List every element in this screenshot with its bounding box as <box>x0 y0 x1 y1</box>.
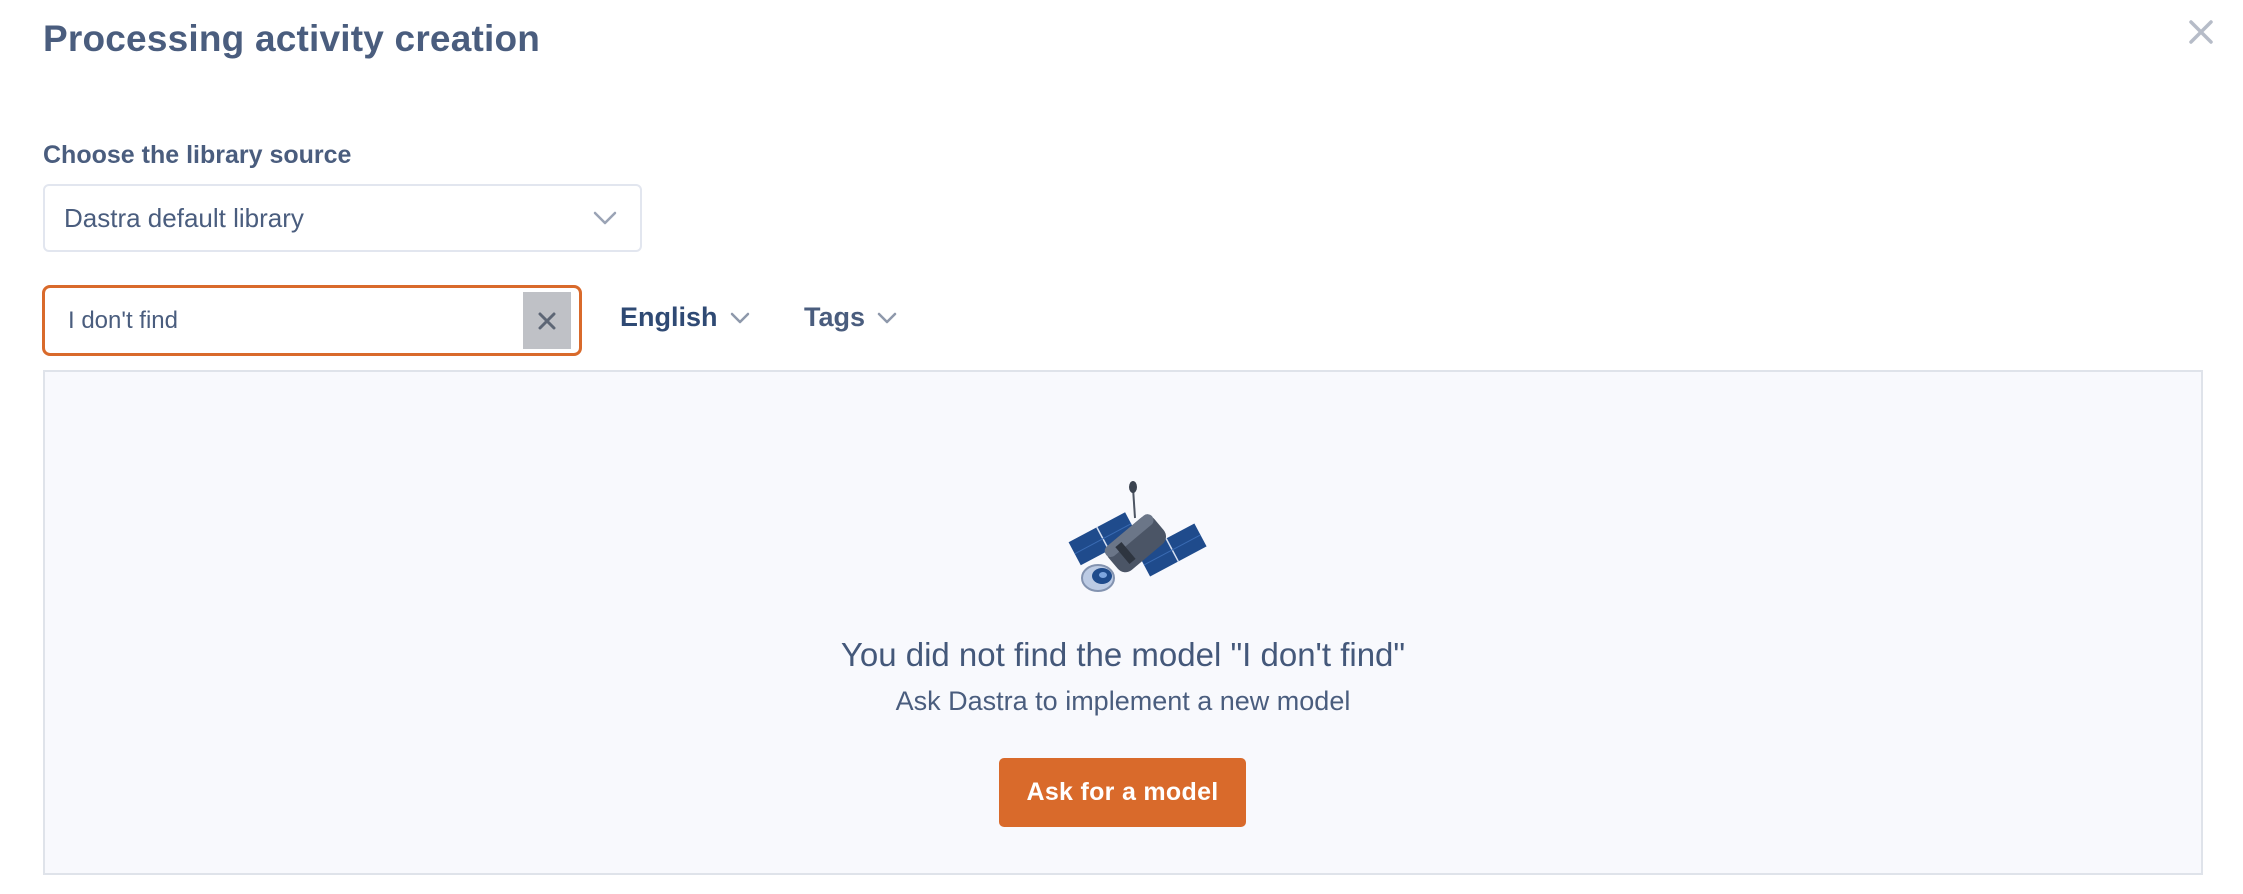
library-source-select[interactable]: Dastra default library <box>43 184 642 252</box>
language-filter[interactable]: English <box>620 302 750 333</box>
ask-for-model-button[interactable]: Ask for a model <box>999 758 1246 827</box>
chevron-down-icon <box>730 312 750 324</box>
tags-filter[interactable]: Tags <box>804 302 897 333</box>
satellite-illustration <box>1068 481 1207 592</box>
tags-filter-label: Tags <box>804 302 866 332</box>
search-input[interactable] <box>66 287 523 354</box>
close-icon <box>2189 20 2213 44</box>
empty-state-title: You did not find the model "I don't find… <box>840 636 1406 673</box>
processing-activity-dialog: Processing activity creation Choose the … <box>0 0 2243 894</box>
chevron-down-icon <box>590 203 620 233</box>
library-source-label: Choose the library source <box>43 141 352 169</box>
empty-state-subtitle: Ask Dastra to implement a new model <box>895 686 1351 716</box>
clear-search-button[interactable] <box>523 292 571 349</box>
search-field <box>42 285 582 356</box>
close-button[interactable] <box>2181 12 2221 52</box>
language-filter-label: English <box>620 302 718 332</box>
chevron-down-icon <box>877 312 897 324</box>
library-source-value: Dastra default library <box>64 202 304 233</box>
clear-search-icon <box>538 312 556 329</box>
dialog-title: Processing activity creation <box>43 18 541 59</box>
